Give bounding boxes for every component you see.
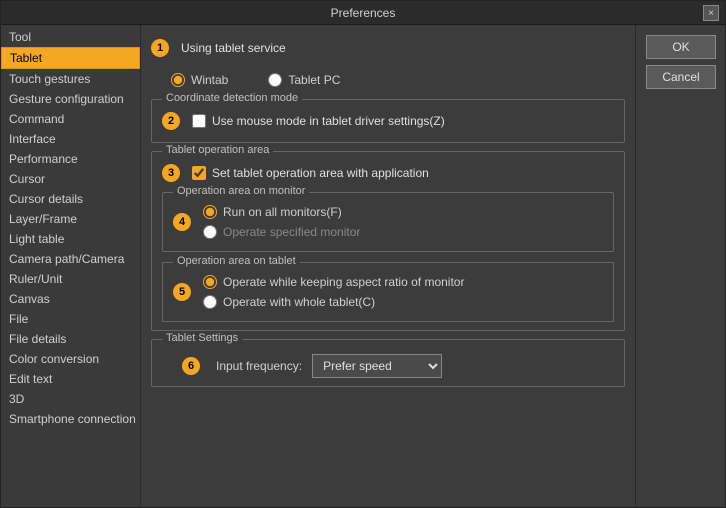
keep-aspect-radio[interactable] <box>203 275 217 289</box>
input-frequency-label: Input frequency: <box>216 359 302 373</box>
operate-keeping-aspect-row: Operate while keeping aspect ratio of mo… <box>203 275 464 289</box>
operation-area-monitor-label: Operation area on monitor <box>173 185 309 197</box>
operate-specified-monitor-label: Operate specified monitor <box>223 225 360 239</box>
sidebar-item-command[interactable]: Command <box>1 109 140 129</box>
sidebar-item-layer-frame[interactable]: Layer/Frame <box>1 209 140 229</box>
coordinate-detection-row: 2 Use mouse mode in tablet driver settin… <box>162 112 614 130</box>
sidebar-item-cursor[interactable]: Cursor <box>1 169 140 189</box>
sidebar: ToolTabletTouch gesturesGesture configur… <box>1 25 141 507</box>
wintab-radio-row: Wintab <box>171 73 228 87</box>
tablet-operation-section: Tablet operation area 3 Set tablet opera… <box>151 151 625 331</box>
sidebar-item-tool[interactable]: Tool <box>1 27 140 47</box>
run-all-monitors-row: Run on all monitors(F) <box>203 205 360 219</box>
coordinate-detection-section: Coordinate detection mode 2 Use mouse mo… <box>151 99 625 143</box>
sidebar-item-light-table[interactable]: Light table <box>1 229 140 249</box>
badge-5: 5 <box>173 283 191 301</box>
input-frequency-select[interactable]: Prefer speedStandardPrefer accuracy <box>312 354 442 378</box>
operation-area-tablet-row: 5 Operate while keeping aspect ratio of … <box>173 275 603 309</box>
operate-whole-tablet-row: Operate with whole tablet(C) <box>203 295 464 309</box>
tablet-operation-row: 3 Set tablet operation area with applica… <box>162 164 614 182</box>
coordinate-section-label: Coordinate detection mode <box>162 92 302 104</box>
main-content: 1 Using tablet service Wintab Tablet PC … <box>141 25 635 507</box>
tablet-operation-label: Tablet operation area <box>162 144 273 156</box>
title-bar: Preferences × <box>1 1 725 25</box>
ok-button[interactable]: OK <box>646 35 716 59</box>
sidebar-item-3d[interactable]: 3D <box>1 389 140 409</box>
badge-4: 4 <box>173 213 191 231</box>
operation-area-tablet-label: Operation area on tablet <box>173 255 300 267</box>
keep-aspect-label: Operate while keeping aspect ratio of mo… <box>223 275 464 289</box>
close-button[interactable]: × <box>703 5 719 21</box>
cancel-button[interactable]: Cancel <box>646 65 716 89</box>
sidebar-item-cursor-details[interactable]: Cursor details <box>1 189 140 209</box>
operate-specified-monitor-row: Operate specified monitor <box>203 225 360 239</box>
set-tablet-operation-row: Set tablet operation area with applicati… <box>192 166 429 180</box>
tablet-settings-section: Tablet Settings 6 Input frequency: Prefe… <box>151 339 625 387</box>
sidebar-item-touch-gestures[interactable]: Touch gestures <box>1 69 140 89</box>
sidebar-item-file[interactable]: File <box>1 309 140 329</box>
run-all-monitors-radio[interactable] <box>203 205 217 219</box>
sidebar-item-color-conversion[interactable]: Color conversion <box>1 349 140 369</box>
tablet-radio-group: Operate while keeping aspect ratio of mo… <box>203 275 464 309</box>
sidebar-item-gesture-configuration[interactable]: Gesture configuration <box>1 89 140 109</box>
badge-2: 2 <box>162 112 180 130</box>
tablet-service-options: Wintab Tablet PC <box>151 69 625 91</box>
whole-tablet-label: Operate with whole tablet(C) <box>223 295 375 309</box>
sidebar-item-smartphone-connection[interactable]: Smartphone connection <box>1 409 140 429</box>
sidebar-item-ruler-unit[interactable]: Ruler/Unit <box>1 269 140 289</box>
using-tablet-service-label: Using tablet service <box>181 41 286 55</box>
sidebar-item-interface[interactable]: Interface <box>1 129 140 149</box>
tabletpc-radio-row: Tablet PC <box>268 73 340 87</box>
badge-1: 1 <box>151 39 169 57</box>
action-buttons: OK Cancel <box>635 25 725 507</box>
sidebar-item-file-details[interactable]: File details <box>1 329 140 349</box>
dialog-title: Preferences <box>331 6 396 20</box>
operate-specified-monitor-radio[interactable] <box>203 225 217 239</box>
operation-area-monitor-section: Operation area on monitor 4 Run on all m… <box>162 192 614 252</box>
sidebar-item-camera-path-camera[interactable]: Camera path/Camera <box>1 249 140 269</box>
wintab-label: Wintab <box>191 73 228 87</box>
whole-tablet-radio[interactable] <box>203 295 217 309</box>
use-mouse-mode-checkbox[interactable] <box>192 114 206 128</box>
badge-3: 3 <box>162 164 180 182</box>
set-tablet-operation-label: Set tablet operation area with applicati… <box>212 166 429 180</box>
run-all-monitors-label: Run on all monitors(F) <box>223 205 342 219</box>
tabletpc-radio[interactable] <box>268 73 282 87</box>
badge-6: 6 <box>182 357 200 375</box>
sidebar-item-tablet[interactable]: Tablet <box>1 47 140 69</box>
tabletpc-label: Tablet PC <box>288 73 340 87</box>
use-mouse-mode-label: Use mouse mode in tablet driver settings… <box>212 114 445 128</box>
monitor-radio-group: Run on all monitors(F) Operate specified… <box>203 205 360 239</box>
sidebar-item-edit-text[interactable]: Edit text <box>1 369 140 389</box>
preferences-dialog: Preferences × ToolTabletTouch gesturesGe… <box>0 0 726 508</box>
operation-area-tablet-section: Operation area on tablet 5 Operate while… <box>162 262 614 322</box>
wintab-radio[interactable] <box>171 73 185 87</box>
section1-header: 1 Using tablet service <box>151 39 625 57</box>
use-mouse-mode-row: Use mouse mode in tablet driver settings… <box>192 114 445 128</box>
operation-area-monitor-row: 4 Run on all monitors(F) Operate specifi… <box>173 205 603 239</box>
set-tablet-operation-checkbox[interactable] <box>192 166 206 180</box>
dialog-body: ToolTabletTouch gesturesGesture configur… <box>1 25 725 507</box>
tablet-settings-label: Tablet Settings <box>162 332 242 344</box>
sidebar-item-performance[interactable]: Performance <box>1 149 140 169</box>
sidebar-item-canvas[interactable]: Canvas <box>1 289 140 309</box>
input-frequency-row: 6 Input frequency: Prefer speedStandardP… <box>182 354 614 378</box>
